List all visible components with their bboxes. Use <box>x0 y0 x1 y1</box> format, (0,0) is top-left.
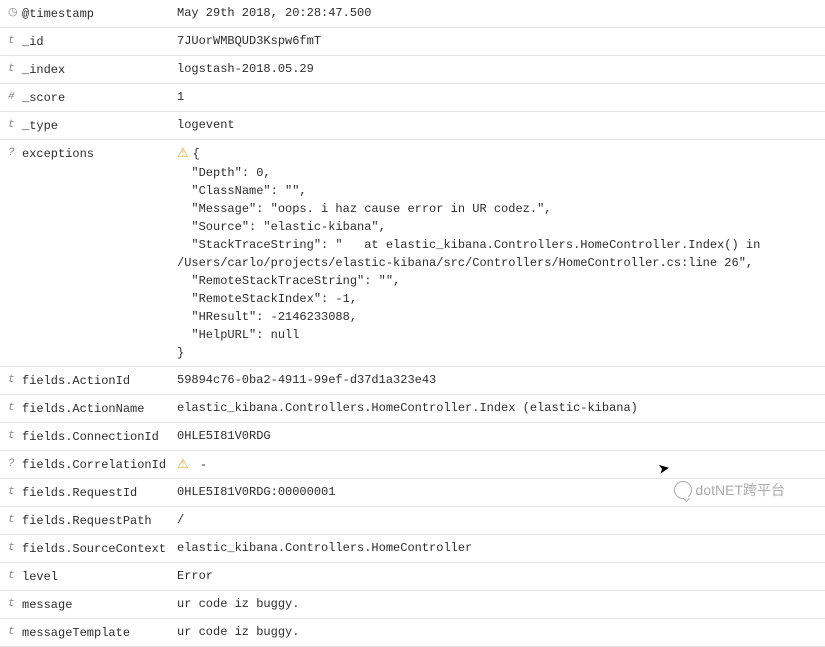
field-value-text: logevent <box>177 118 235 132</box>
field-value: ur code iz buggy. <box>177 623 817 641</box>
field-name: message <box>22 595 177 614</box>
field-value: 7JUorWMBQUD3Kspw6fmT <box>177 32 817 50</box>
type-indicator: t <box>8 595 22 613</box>
field-value: elastic_kibana.Controllers.HomeControlle… <box>177 539 817 557</box>
field-value-text: May 29th 2018, 20:28:47.500 <box>177 6 371 20</box>
field-value-text: { "Depth": 0, "ClassName": "", "Message"… <box>177 147 768 360</box>
field-value: elastic_kibana.Controllers.HomeControlle… <box>177 399 817 417</box>
warning-icon: ⚠ <box>177 146 189 161</box>
field-name: _type <box>22 116 177 135</box>
field-value: ⚠ - <box>177 455 817 475</box>
type-indicator: t <box>8 60 22 78</box>
field-row: tfields.ConnectionId0HLE5I81V0RDG <box>0 423 825 451</box>
field-row: ◷@timestampMay 29th 2018, 20:28:47.500 <box>0 0 825 28</box>
field-row: tfields.ActionId59894c76-0ba2-4911-99ef-… <box>0 367 825 395</box>
field-value-text: elastic_kibana.Controllers.HomeControlle… <box>177 541 472 555</box>
type-indicator: t <box>8 511 22 529</box>
field-value: 0HLE5I81V0RDG <box>177 427 817 445</box>
field-value: ur code iz buggy. <box>177 595 817 613</box>
field-value-text: 0HLE5I81V0RDG <box>177 429 271 443</box>
type-indicator: t <box>8 539 22 557</box>
clock-icon: ◷ <box>8 4 22 22</box>
type-indicator: t <box>8 483 22 501</box>
field-name: fields.SourceContext <box>22 539 177 558</box>
type-indicator: t <box>8 427 22 445</box>
type-indicator: t <box>8 567 22 585</box>
field-value: / <box>177 511 817 529</box>
type-indicator: t <box>8 116 22 134</box>
type-indicator: ? <box>8 455 22 473</box>
field-name: messageTemplate <box>22 623 177 642</box>
field-row: ?fields.CorrelationId⚠ - <box>0 451 825 480</box>
field-row: tfields.RequestPath/ <box>0 507 825 535</box>
field-name: fields.RequestId <box>22 483 177 502</box>
field-value: Error <box>177 567 817 585</box>
field-value-text: 1 <box>177 90 184 104</box>
field-name: fields.ActionName <box>22 399 177 418</box>
type-indicator: t <box>8 399 22 417</box>
field-row: t_typelogevent <box>0 112 825 140</box>
field-name: _id <box>22 32 177 51</box>
field-name: _index <box>22 60 177 79</box>
field-name: _score <box>22 88 177 107</box>
field-row: tmessageTemplateur code iz buggy. <box>0 619 825 647</box>
field-value: ⚠{ "Depth": 0, "ClassName": "", "Message… <box>177 144 817 362</box>
type-indicator: ? <box>8 144 22 162</box>
field-value-text: elastic_kibana.Controllers.HomeControlle… <box>177 401 638 415</box>
type-indicator: t <box>8 32 22 50</box>
field-value: logstash-2018.05.29 <box>177 60 817 78</box>
field-row: ?exceptions⚠{ "Depth": 0, "ClassName": "… <box>0 140 825 367</box>
field-value-text: 59894c76-0ba2-4911-99ef-d37d1a323e43 <box>177 373 436 387</box>
watermark: dotNET跨平台 <box>674 480 785 500</box>
field-row: tlevelError <box>0 563 825 591</box>
document-fields-table: ◷@timestampMay 29th 2018, 20:28:47.500t_… <box>0 0 825 647</box>
field-row: t_id7JUorWMBQUD3Kspw6fmT <box>0 28 825 56</box>
field-value-text: 7JUorWMBQUD3Kspw6fmT <box>177 34 321 48</box>
field-row: tmessageur code iz buggy. <box>0 591 825 619</box>
field-row: t_indexlogstash-2018.05.29 <box>0 56 825 84</box>
field-value-text: - <box>193 458 207 472</box>
field-value-text: Error <box>177 569 213 583</box>
field-name: exceptions <box>22 144 177 163</box>
warning-icon: ⚠ <box>177 457 189 472</box>
field-row: tfields.ActionNameelastic_kibana.Control… <box>0 395 825 423</box>
field-name: fields.ConnectionId <box>22 427 177 446</box>
field-name: fields.ActionId <box>22 371 177 390</box>
field-value-text: logstash-2018.05.29 <box>177 62 314 76</box>
type-indicator: # <box>8 88 22 106</box>
type-indicator: t <box>8 623 22 641</box>
field-row: #_score1 <box>0 84 825 112</box>
watermark-text: dotNET跨平台 <box>696 480 785 500</box>
field-name: @timestamp <box>22 4 177 23</box>
field-name: level <box>22 567 177 586</box>
type-indicator: t <box>8 371 22 389</box>
field-name: fields.RequestPath <box>22 511 177 530</box>
field-value-text: ur code iz buggy. <box>177 597 299 611</box>
field-value: 1 <box>177 88 817 106</box>
field-value: logevent <box>177 116 817 134</box>
field-row: tfields.SourceContextelastic_kibana.Cont… <box>0 535 825 563</box>
mouse-cursor: ➤ <box>657 459 672 478</box>
field-value: May 29th 2018, 20:28:47.500 <box>177 4 817 22</box>
field-value-text: / <box>177 513 184 527</box>
field-value: 59894c76-0ba2-4911-99ef-d37d1a323e43 <box>177 371 817 389</box>
wechat-icon <box>674 481 692 499</box>
field-value-text: ur code iz buggy. <box>177 625 299 639</box>
field-value-text: 0HLE5I81V0RDG:00000001 <box>177 485 335 499</box>
field-name: fields.CorrelationId <box>22 455 177 474</box>
